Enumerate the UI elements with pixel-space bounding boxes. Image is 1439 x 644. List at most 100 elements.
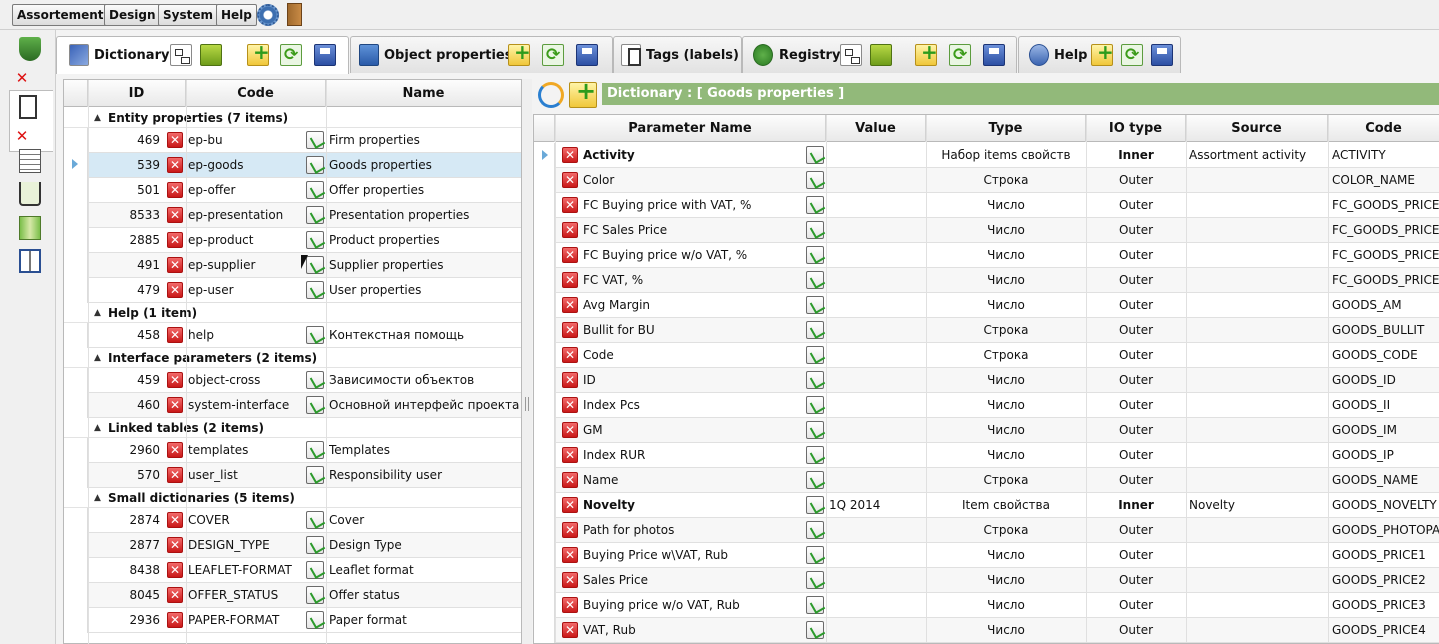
delete-icon[interactable]: ✕ bbox=[562, 522, 578, 538]
add-parameter-icon[interactable] bbox=[569, 77, 597, 108]
manual-module-button[interactable] bbox=[13, 246, 49, 276]
parameter-value[interactable]: 1Q 2014 bbox=[829, 493, 925, 518]
parameter-value[interactable] bbox=[829, 143, 925, 168]
add-icon[interactable] bbox=[247, 40, 270, 66]
header-value[interactable]: Value bbox=[826, 115, 926, 142]
delete-icon[interactable]: ✕ bbox=[562, 347, 578, 363]
parameter-value[interactable] bbox=[829, 518, 925, 543]
table-row[interactable]: ✕ Code Строка Outer GOODS_CODE bbox=[534, 343, 1439, 368]
collapse-triangle-icon[interactable]: ▲ bbox=[94, 488, 101, 508]
cart-module-button[interactable] bbox=[13, 179, 49, 209]
close-icon[interactable]: ✕ bbox=[14, 128, 30, 144]
dictionary-module-button[interactable] bbox=[13, 92, 49, 122]
collapse-triangle-icon[interactable]: ▲ bbox=[94, 348, 101, 368]
collapse-triangle-icon[interactable]: ▲ bbox=[94, 108, 101, 128]
header-name[interactable]: Name bbox=[326, 80, 521, 107]
tab-dictionary[interactable]: Dictionary bbox=[56, 36, 349, 74]
delete-icon[interactable]: ✕ bbox=[562, 622, 578, 638]
edit-icon[interactable] bbox=[806, 146, 824, 164]
delete-icon[interactable]: ✕ bbox=[167, 562, 183, 578]
refresh-icon[interactable] bbox=[280, 44, 302, 66]
parameter-value[interactable] bbox=[829, 168, 925, 193]
edit-icon[interactable] bbox=[306, 206, 324, 224]
parameter-value[interactable] bbox=[829, 343, 925, 368]
edit-icon[interactable] bbox=[306, 561, 324, 579]
edit-icon[interactable] bbox=[806, 371, 824, 389]
collapse-triangle-icon[interactable]: ▲ bbox=[94, 303, 101, 323]
edit-icon[interactable] bbox=[806, 596, 824, 614]
table-row[interactable]: 2877 ✕ DESIGN_TYPE Design Type bbox=[64, 533, 521, 558]
add-icon[interactable] bbox=[508, 40, 531, 66]
tree-view-icon[interactable] bbox=[170, 44, 192, 66]
save-icon[interactable] bbox=[314, 44, 336, 66]
header-code[interactable]: Code bbox=[186, 80, 326, 107]
edit-icon[interactable] bbox=[306, 371, 324, 389]
table-row[interactable]: ✕ Index RUR Число Outer GOODS_IP bbox=[534, 443, 1439, 468]
table-row[interactable]: ✕ Index Pcs Число Outer GOODS_II bbox=[534, 393, 1439, 418]
table-row[interactable]: 459 ✕ object-cross Зависимости объектов bbox=[64, 368, 521, 393]
table-row[interactable]: ✕ Buying Price w\VAT, Rub Число Outer GOODS_… bbox=[534, 543, 1439, 568]
collapse-triangle-icon[interactable]: ▲ bbox=[94, 418, 101, 438]
security-module-button[interactable] bbox=[13, 34, 49, 64]
parameter-value[interactable] bbox=[829, 193, 925, 218]
edit-icon[interactable] bbox=[306, 441, 324, 459]
edit-icon[interactable] bbox=[806, 421, 824, 439]
delete-icon[interactable]: ✕ bbox=[167, 512, 183, 528]
parameter-value[interactable] bbox=[829, 443, 925, 468]
edit-icon[interactable] bbox=[806, 446, 824, 464]
map-module-button[interactable] bbox=[13, 213, 49, 243]
parameter-value[interactable] bbox=[829, 618, 925, 643]
group-header[interactable]: ▲ Interface parameters (2 items) bbox=[64, 348, 521, 368]
delete-icon[interactable]: ✕ bbox=[562, 597, 578, 613]
table-row[interactable]: 570 ✕ user_list Responsibility user bbox=[64, 463, 521, 488]
add-icon[interactable] bbox=[915, 40, 938, 66]
table-row[interactable]: ✕ FC Buying price w/o VAT, % Число Outer FC_… bbox=[534, 243, 1439, 268]
save-icon[interactable] bbox=[1151, 44, 1173, 66]
delete-icon[interactable]: ✕ bbox=[562, 547, 578, 563]
edit-icon[interactable] bbox=[806, 171, 824, 189]
delete-icon[interactable]: ✕ bbox=[167, 612, 183, 628]
table-row[interactable]: ✕ VAT, Rub Число Outer GOODS_PRICE4 bbox=[534, 618, 1439, 643]
delete-icon[interactable]: ✕ bbox=[167, 372, 183, 388]
tab-tags[interactable]: Tags (labels) bbox=[613, 36, 742, 73]
refresh-icon[interactable] bbox=[949, 44, 971, 66]
table-row[interactable]: ✕ FC VAT, % Число Outer FC_GOODS_PRICE4 bbox=[534, 268, 1439, 293]
edit-icon[interactable] bbox=[306, 536, 324, 554]
header-io-type[interactable]: IO type bbox=[1086, 115, 1186, 142]
delete-icon[interactable]: ✕ bbox=[562, 422, 578, 438]
delete-icon[interactable]: ✕ bbox=[167, 587, 183, 603]
table-row[interactable]: ✕ Path for photos Строка Outer GOODS_PHOTOPA… bbox=[534, 518, 1439, 543]
close-icon[interactable]: ✕ bbox=[14, 70, 30, 86]
parameter-value[interactable] bbox=[829, 243, 925, 268]
delete-icon[interactable]: ✕ bbox=[562, 172, 578, 188]
table-row[interactable]: ✕ Activity Набор items свойств Inner Assortm… bbox=[534, 143, 1439, 168]
header-source[interactable]: Source bbox=[1186, 115, 1328, 142]
table-row[interactable]: 469 ✕ ep-bu Firm properties bbox=[64, 128, 521, 153]
delete-icon[interactable]: ✕ bbox=[562, 322, 578, 338]
delete-icon[interactable]: ✕ bbox=[167, 207, 183, 223]
tab-help[interactable]: Help bbox=[1018, 36, 1181, 73]
delete-icon[interactable]: ✕ bbox=[562, 222, 578, 238]
edit-icon[interactable] bbox=[306, 131, 324, 149]
tab-object-properties[interactable]: Object properties bbox=[350, 36, 613, 73]
edit-icon[interactable] bbox=[306, 181, 324, 199]
delete-icon[interactable]: ✕ bbox=[562, 197, 578, 213]
menu-assortement[interactable]: Assortement bbox=[12, 4, 109, 26]
table-row[interactable]: ✕ Name Строка Outer GOODS_NAME bbox=[534, 468, 1439, 493]
splitter-grip[interactable] bbox=[525, 397, 529, 411]
delete-icon[interactable]: ✕ bbox=[562, 447, 578, 463]
save-icon[interactable] bbox=[576, 44, 598, 66]
delete-icon[interactable]: ✕ bbox=[167, 397, 183, 413]
parameter-value[interactable] bbox=[829, 568, 925, 593]
reload-icon[interactable] bbox=[538, 82, 564, 108]
table-row[interactable]: 479 ✕ ep-user User properties bbox=[64, 278, 521, 303]
table-row[interactable]: 458 ✕ help Контекстная помощь bbox=[64, 323, 521, 348]
edit-icon[interactable] bbox=[306, 511, 324, 529]
header-id[interactable]: ID bbox=[88, 80, 186, 107]
edit-icon[interactable] bbox=[306, 466, 324, 484]
parameter-value[interactable] bbox=[829, 543, 925, 568]
table-row[interactable]: 8045 ✕ OFFER_STATUS Offer status bbox=[64, 583, 521, 608]
delete-icon[interactable]: ✕ bbox=[562, 472, 578, 488]
table-row[interactable]: ✕ GM Число Outer GOODS_IM bbox=[534, 418, 1439, 443]
delete-icon[interactable]: ✕ bbox=[562, 297, 578, 313]
